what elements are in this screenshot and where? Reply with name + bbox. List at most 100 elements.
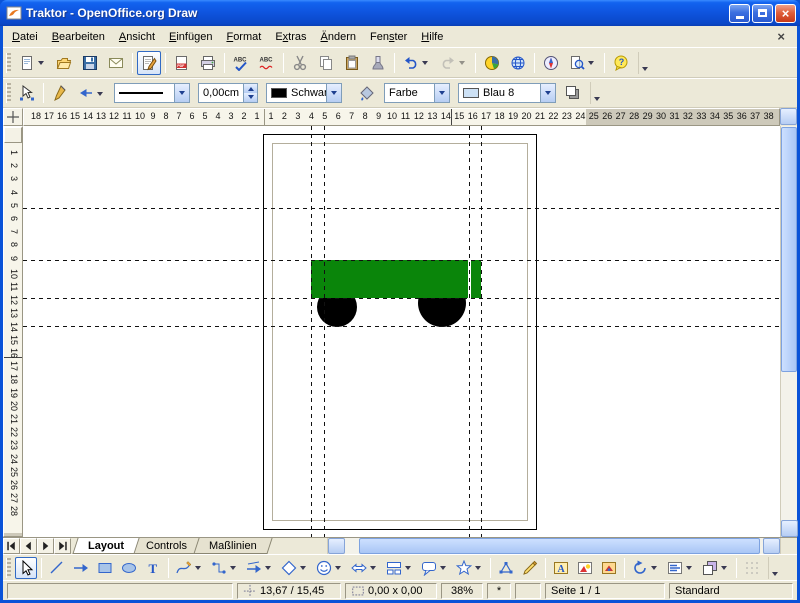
- glue-points-button[interactable]: [519, 557, 541, 579]
- stars-dropdown[interactable]: [473, 562, 483, 573]
- status-size[interactable]: 0,00 x 0,00: [345, 583, 437, 599]
- autospellcheck-button[interactable]: ABC: [255, 51, 279, 75]
- vertical-scrollbar-track[interactable]: [781, 373, 797, 520]
- cut-button[interactable]: [288, 51, 312, 75]
- vertical-ruler[interactable]: 1234567891011121314151617181920212223242…: [3, 126, 23, 537]
- snap-guide-vertical[interactable]: [311, 126, 312, 537]
- horizontal-scrollbar[interactable]: [328, 538, 780, 554]
- snap-guide-horizontal[interactable]: [23, 326, 780, 327]
- email-button[interactable]: [104, 51, 128, 75]
- horizontal-scrollbar-thumb[interactable]: [359, 538, 760, 554]
- rectangle-button[interactable]: [94, 557, 116, 579]
- snap-guide-vertical[interactable]: [469, 126, 470, 537]
- menu-datei[interactable]: Datei: [5, 28, 45, 46]
- stars-button[interactable]: [453, 557, 486, 579]
- basic-shapes-dropdown[interactable]: [298, 562, 308, 573]
- lines-and-arrows-dropdown[interactable]: [263, 562, 273, 573]
- block-arrows-dropdown[interactable]: [368, 562, 378, 573]
- flowchart-button[interactable]: [383, 557, 416, 579]
- titlebar[interactable]: Traktor - OpenOffice.org Draw ×: [0, 0, 800, 26]
- menu-format[interactable]: Format: [219, 28, 268, 46]
- menu-ndern[interactable]: Ändern: [314, 28, 363, 46]
- arrange-button[interactable]: [699, 557, 732, 579]
- alignment-button[interactable]: [664, 557, 697, 579]
- block-arrows-button[interactable]: [348, 557, 381, 579]
- scroll-up-button[interactable]: [780, 108, 797, 125]
- symbol-shapes-dropdown[interactable]: [333, 562, 343, 573]
- close-button[interactable]: ×: [775, 4, 796, 23]
- save-button[interactable]: [78, 51, 102, 75]
- status-style[interactable]: Standard: [669, 583, 793, 599]
- arrange-dropdown[interactable]: [719, 562, 729, 573]
- scroll-left-button[interactable]: [328, 538, 345, 554]
- callouts-button[interactable]: [418, 557, 451, 579]
- arrow-style-button[interactable]: [74, 81, 109, 105]
- edit-points-button[interactable]: [495, 557, 517, 579]
- maximize-button[interactable]: [752, 4, 773, 23]
- arrow-button[interactable]: [70, 557, 92, 579]
- line-color-dropdown[interactable]: [326, 84, 341, 102]
- menu-extras[interactable]: Extras: [268, 28, 313, 46]
- paste-button[interactable]: [340, 51, 364, 75]
- hyperlink-button[interactable]: [506, 51, 530, 75]
- menu-hilfe[interactable]: Hilfe: [414, 28, 450, 46]
- gallery-button[interactable]: [598, 557, 620, 579]
- vertical-ruler-origin[interactable]: [4, 127, 22, 143]
- nav-first-button[interactable]: [3, 538, 20, 554]
- line-width-spinner[interactable]: 0,00cm: [198, 83, 258, 103]
- curve-dropdown[interactable]: [193, 562, 203, 573]
- spellcheck-button[interactable]: ABC: [229, 51, 253, 75]
- fill-color-dropdown[interactable]: [540, 84, 555, 102]
- status-position[interactable]: 13,67 / 15,45: [237, 583, 341, 599]
- line-color-combo[interactable]: Schwarz: [266, 83, 342, 103]
- line-pen-button[interactable]: [48, 81, 72, 105]
- status-zoom[interactable]: 38%: [441, 583, 483, 599]
- lines-and-arrows-button[interactable]: [243, 557, 276, 579]
- rotate-dropdown[interactable]: [649, 562, 659, 573]
- from-file-button[interactable]: [574, 557, 596, 579]
- format-paintbrush-button[interactable]: [366, 51, 390, 75]
- connector-dropdown[interactable]: [228, 562, 238, 573]
- horizontal-scrollbar-track[interactable]: [345, 538, 763, 554]
- connector-button[interactable]: [208, 557, 241, 579]
- print-button[interactable]: [196, 51, 220, 75]
- undo-dropdown[interactable]: [420, 57, 430, 68]
- horizontal-ruler[interactable]: 1817161514131211109876543211234567891011…: [23, 108, 780, 126]
- zoom-button[interactable]: [565, 51, 600, 75]
- snap-guide-vertical[interactable]: [481, 126, 482, 537]
- select-button[interactable]: [15, 557, 37, 579]
- symbol-shapes-button[interactable]: [313, 557, 346, 579]
- vertical-scrollbar-thumb[interactable]: [781, 127, 797, 372]
- menu-bearbeiten[interactable]: Bearbeiten: [45, 28, 112, 46]
- undo-button[interactable]: [399, 51, 434, 75]
- toolbar-overflow-button[interactable]: [638, 52, 651, 74]
- alignment-dropdown[interactable]: [684, 562, 694, 573]
- page-tab-layout[interactable]: Layout: [72, 538, 139, 554]
- shadow-button[interactable]: [561, 81, 585, 105]
- ellipse-button[interactable]: [118, 557, 140, 579]
- export-pdf-button[interactable]: PDF: [170, 51, 194, 75]
- text-button[interactable]: T: [142, 557, 164, 579]
- page-tab-malinien[interactable]: Maßlinien: [193, 538, 272, 554]
- line-style-dropdown[interactable]: [174, 84, 189, 102]
- tractor-body-rect[interactable]: [311, 260, 468, 298]
- toolbar-grip[interactable]: [6, 558, 11, 578]
- line-width-value[interactable]: 0,00cm: [199, 84, 243, 102]
- page-tab-controls[interactable]: Controls: [130, 538, 202, 554]
- toolbar-grip[interactable]: [6, 53, 11, 73]
- toolbar-overflow-button[interactable]: [768, 557, 781, 579]
- menu-ansicht[interactable]: Ansicht: [112, 28, 162, 46]
- fontwork-button[interactable]: A: [550, 557, 572, 579]
- basic-shapes-button[interactable]: [278, 557, 311, 579]
- edit-file-button[interactable]: [137, 51, 161, 75]
- insert-chart-button[interactable]: [480, 51, 504, 75]
- snap-guide-horizontal[interactable]: [23, 208, 780, 209]
- arrow-style-dropdown[interactable]: [95, 88, 105, 99]
- vertical-scrollbar[interactable]: [780, 126, 797, 537]
- fill-type-dropdown[interactable]: [434, 84, 449, 102]
- new-button[interactable]: [15, 51, 50, 75]
- tractor-body-strip[interactable]: [471, 260, 481, 298]
- navigator-button[interactable]: [539, 51, 563, 75]
- open-button[interactable]: [52, 51, 76, 75]
- copy-button[interactable]: [314, 51, 338, 75]
